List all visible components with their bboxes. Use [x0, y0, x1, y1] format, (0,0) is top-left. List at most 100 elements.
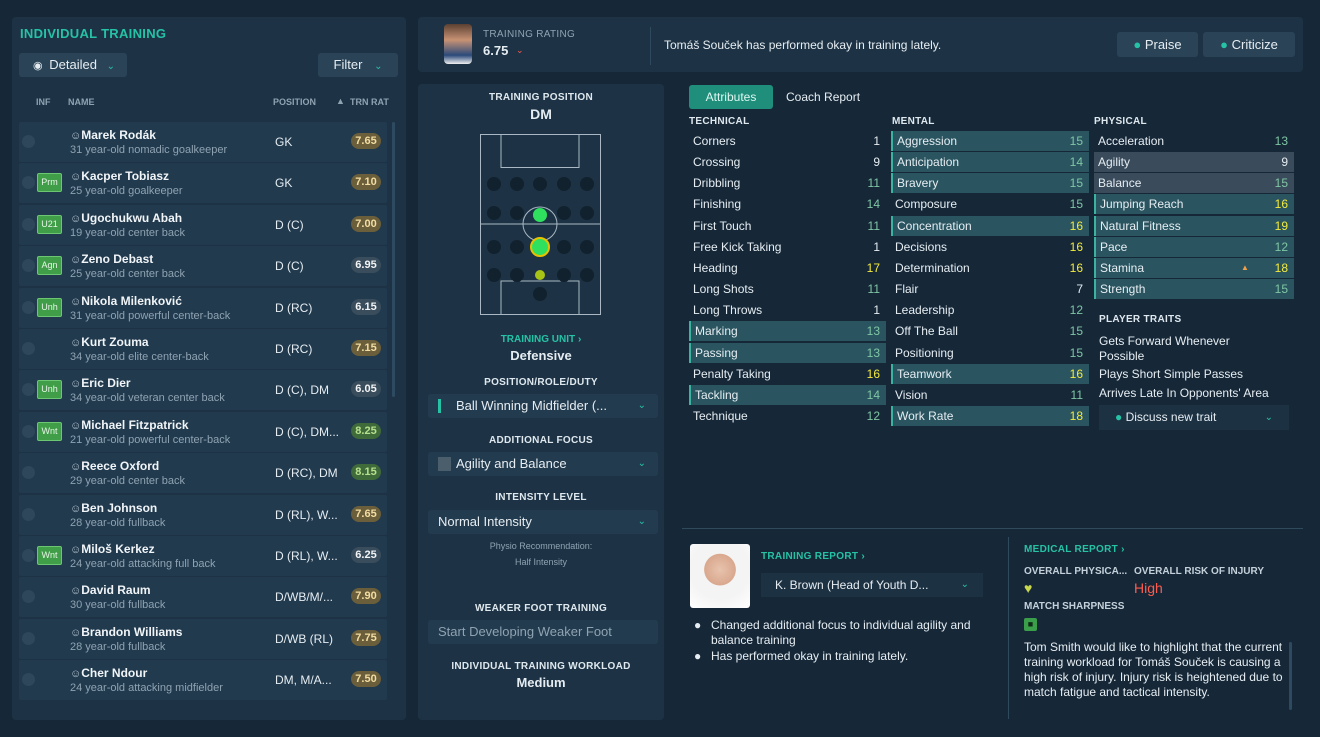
- player-row[interactable]: Unh Nikola Milenković31 year-old powerful…: [19, 287, 387, 328]
- list-scrollbar[interactable]: [392, 122, 395, 397]
- attribute-value: 16: [1069, 239, 1083, 254]
- attribute-mental[interactable]: Concentration 16: [891, 215, 1089, 236]
- attribute-technical[interactable]: Tackling 14: [689, 384, 886, 405]
- attribute-physical[interactable]: Acceleration 13: [1094, 131, 1294, 151]
- intensity-label: INTENSITY LEVEL: [495, 492, 587, 503]
- player-row[interactable]: Unh Eric Dier 34 year-old veteran center b…: [19, 370, 387, 411]
- medical-report-link[interactable]: MEDICAL REPORT ›: [1024, 544, 1125, 555]
- attribute-physical[interactable]: Stamina 18: [1094, 257, 1294, 278]
- view-dropdown[interactable]: ◉ Detailed ⌄: [19, 53, 127, 77]
- player-description: 31 year-old powerful center-back: [70, 309, 231, 322]
- attribute-value: 11: [867, 218, 880, 233]
- attribute-name: Dribbling: [693, 176, 741, 191]
- player-row[interactable]: Wnt Michael Fitzpatrick21 year-old powerf…: [19, 411, 387, 452]
- criticize-button[interactable]: ● Criticize: [1203, 32, 1295, 57]
- col-inf[interactable]: INF: [36, 97, 51, 107]
- attribute-mental[interactable]: Off The Ball 15: [891, 321, 1089, 341]
- overall-physical-label: OVERALL PHYSICA...: [1024, 566, 1128, 577]
- select-checkbox[interactable]: [22, 549, 35, 562]
- attribute-mental[interactable]: Vision 11: [891, 385, 1089, 405]
- player-row[interactable]: David Raum 30 year-old fullback D/WB/M/...…: [19, 577, 387, 618]
- select-checkbox[interactable]: [22, 424, 35, 438]
- attribute-mental[interactable]: Aggression 15: [891, 131, 1089, 151]
- attribute-technical[interactable]: Long Shots 11: [689, 279, 886, 299]
- attribute-mental[interactable]: Determination 16: [891, 258, 1089, 278]
- attribute-technical[interactable]: Finishing 14: [689, 194, 886, 214]
- attribute-technical[interactable]: Passing 13: [689, 342, 886, 363]
- attribute-technical[interactable]: Crossing 9: [689, 152, 886, 172]
- select-checkbox[interactable]: [22, 300, 35, 314]
- medical-scrollbar[interactable]: [1289, 642, 1292, 710]
- speech-bubble-icon: ●: [1115, 410, 1123, 424]
- col-name[interactable]: NAME: [68, 97, 95, 107]
- training-unit-link[interactable]: TRAINING UNIT ›: [418, 334, 664, 345]
- attribute-name: Strength: [1100, 282, 1146, 297]
- coach-select[interactable]: K. Brown (Head of Youth D... ⌄: [761, 573, 983, 597]
- player-row[interactable]: Agn Zeno Debast 25 year-old center back D (…: [19, 246, 387, 287]
- attribute-value: 13: [866, 345, 880, 360]
- attribute-mental[interactable]: Bravery 15: [891, 173, 1089, 194]
- col-trn-rat[interactable]: TRN RAT: [350, 97, 389, 107]
- select-checkbox[interactable]: [22, 590, 35, 604]
- attribute-mental[interactable]: Work Rate 18: [891, 405, 1089, 426]
- training-report-link[interactable]: TRAINING REPORT ›: [761, 551, 865, 562]
- select-checkbox[interactable]: [22, 135, 35, 148]
- player-row[interactable]: Ben Johnson28 year-old fullback D (RL), W…: [19, 494, 387, 535]
- attribute-technical[interactable]: First Touch 11: [689, 216, 886, 236]
- discuss-trait-dropdown[interactable]: ● Discuss new trait ⌄: [1099, 405, 1289, 430]
- attribute-physical[interactable]: Agility 9: [1094, 152, 1294, 173]
- attribute-value: 11: [1070, 387, 1083, 402]
- select-checkbox[interactable]: [22, 259, 35, 273]
- attribute-technical[interactable]: Technique 12: [689, 406, 886, 426]
- select-checkbox[interactable]: [22, 507, 35, 521]
- attribute-technical[interactable]: Long Throws 1: [689, 300, 886, 320]
- player-row[interactable]: Prm Kacper Tobiasz 25 year-old goalkeeper G…: [19, 163, 387, 204]
- role-dropdown[interactable]: Ball Winning Midfielder (... ⌄: [428, 394, 658, 418]
- player-position: GK: [275, 135, 293, 149]
- praise-button[interactable]: ● Praise: [1117, 32, 1198, 57]
- attribute-physical[interactable]: Strength 15: [1094, 279, 1294, 300]
- focus-dropdown[interactable]: Agility and Balance ⌄: [428, 452, 658, 476]
- attribute-physical[interactable]: Jumping Reach 16: [1094, 194, 1294, 215]
- filter-button[interactable]: Filter ⌄: [318, 53, 398, 77]
- attribute-technical[interactable]: Marking 13: [689, 321, 886, 342]
- attribute-mental[interactable]: Composure 15: [891, 194, 1089, 214]
- attribute-physical[interactable]: Pace 12: [1094, 236, 1294, 257]
- attribute-mental[interactable]: Teamwork 16: [891, 363, 1089, 384]
- attribute-value: 1: [873, 303, 880, 318]
- attribute-technical[interactable]: Dribbling 11: [689, 173, 886, 193]
- select-checkbox[interactable]: [22, 631, 35, 645]
- pitch-diagram[interactable]: [480, 134, 602, 316]
- player-row[interactable]: Marek Rodák 31 year-old nomadic goalkeepe…: [19, 122, 387, 162]
- attribute-technical[interactable]: Penalty Taking 16: [689, 364, 886, 384]
- attribute-name: Work Rate: [897, 408, 954, 423]
- tab-attributes[interactable]: Attributes: [689, 85, 773, 109]
- player-row[interactable]: Kurt Zouma 34 year-old elite center-back D…: [19, 329, 387, 369]
- attribute-mental[interactable]: Leadership 12: [891, 300, 1089, 320]
- attribute-physical[interactable]: Natural Fitness 19: [1094, 215, 1294, 236]
- attribute-mental[interactable]: Positioning 15: [891, 343, 1089, 363]
- attribute-value: 12: [1274, 239, 1288, 254]
- weak-foot-button[interactable]: Start Developing Weaker Foot: [428, 620, 658, 644]
- player-row[interactable]: U21 Ugochukwu Abah19 year-old center back…: [19, 204, 387, 245]
- attribute-mental[interactable]: Decisions 16: [891, 237, 1089, 257]
- attribute-mental[interactable]: Flair 7: [891, 279, 1089, 299]
- attribute-mental[interactable]: Anticipation 14: [891, 152, 1089, 173]
- attribute-physical[interactable]: Balance 15: [1094, 173, 1294, 194]
- tab-coach-report[interactable]: Coach Report: [786, 90, 860, 104]
- player-row[interactable]: Reece Oxford 29 year-old center back D (RC…: [19, 453, 387, 494]
- select-checkbox[interactable]: [22, 466, 35, 480]
- intensity-dropdown[interactable]: Normal Intensity ⌄: [428, 510, 658, 534]
- select-checkbox[interactable]: [22, 383, 35, 397]
- attribute-technical[interactable]: Corners 1: [689, 131, 886, 151]
- select-checkbox[interactable]: [22, 673, 35, 687]
- attribute-technical[interactable]: Free Kick Taking 1: [689, 237, 886, 257]
- select-checkbox[interactable]: [22, 176, 35, 190]
- attribute-technical[interactable]: Heading 17: [689, 258, 886, 278]
- player-row[interactable]: Brandon Williams28 year-old fullback D/WB…: [19, 618, 387, 659]
- player-row[interactable]: Wnt Miloš Kerkez 24 year-old attacking ful…: [19, 536, 387, 576]
- select-checkbox[interactable]: [22, 217, 35, 231]
- select-checkbox[interactable]: [22, 342, 35, 355]
- col-position[interactable]: POSITION: [273, 97, 316, 107]
- player-row[interactable]: Cher Ndour 24 year-old attacking midfield…: [19, 660, 387, 701]
